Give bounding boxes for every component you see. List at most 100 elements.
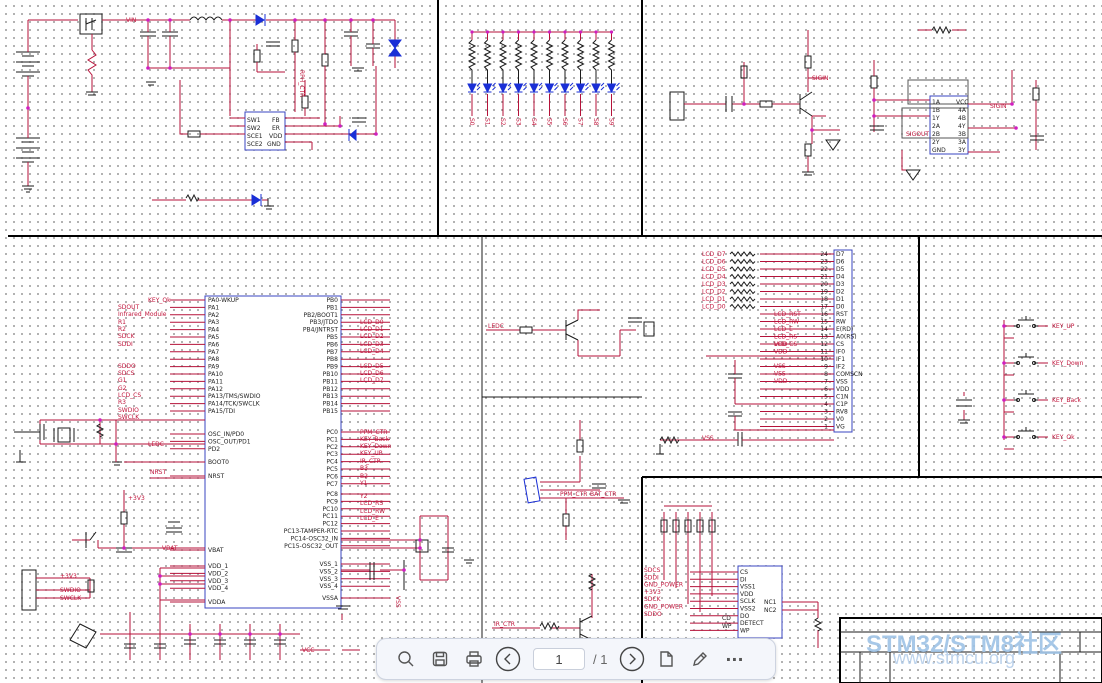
pdf-toolbar: / 1 ··· (376, 638, 776, 680)
mcu-left-pin-name: PA15/TDI (208, 408, 235, 415)
save-button[interactable] (425, 644, 455, 674)
svg-text:2B: 2B (932, 131, 940, 138)
lcd-net-label: LCD_D1 (702, 296, 726, 303)
mcu-right-pin-name: PC8 (326, 491, 338, 498)
mcu-right-pin-name: VSS_2 (319, 568, 338, 575)
mcu-right-net-label: LCD_E (360, 515, 379, 522)
mcu-right-pin-name: PB5 (326, 334, 338, 341)
mcu-left-pin-name: VDDA (208, 599, 226, 606)
mcu-right-pin-name: PB4/JNTRST (303, 327, 338, 334)
sd-pin-name-right: NC2 (764, 607, 777, 614)
sd-net-label: +3V3 (644, 589, 661, 596)
svg-text:CD: CD (722, 615, 731, 622)
svg-text:VIN: VIN (126, 17, 136, 24)
lcd-pin-name: V0 (836, 416, 844, 423)
svg-text:3B: 3B (958, 131, 966, 138)
lcd-net-label: LCD_E (774, 326, 793, 333)
mcu-right-pin-name: PC14-OSC32_IN (291, 535, 338, 542)
mcu-left-pin-name: VDD_3 (208, 578, 228, 585)
mcu-left-pin-name: PA13/TMS/SWDIO (208, 393, 261, 400)
svg-text:VCC: VCC (302, 647, 314, 654)
sd-pin-name: VSS1 (740, 584, 756, 591)
led-resistor (560, 39, 570, 84)
led-net-label: S6 (561, 118, 568, 126)
lcd-pin-name: D0 (836, 304, 845, 311)
led-net-label: S5 (546, 118, 553, 126)
mcu-right-pin-name: PB8 (326, 356, 338, 363)
lcd-pin-name: C1N (836, 394, 849, 401)
mcu-right-net-label: LCD_RS (360, 500, 383, 507)
mcu-right-net-label: LCD_D0 (360, 319, 384, 326)
mcu-right-pin-name: PC2 (326, 444, 338, 451)
led-resistor (498, 39, 508, 84)
led-resistor (514, 39, 523, 84)
pen-icon (693, 652, 708, 666)
lcd-pin-name: D2 (836, 289, 845, 296)
mcu-net-label: SDDI (118, 341, 133, 348)
svg-text:2Y: 2Y (932, 139, 940, 146)
lcd-net-label: LCD_D4 (702, 274, 726, 281)
svg-text:SW2: SW2 (247, 125, 261, 132)
lcd-pin-name: C1P (836, 401, 848, 408)
lcd-pin-number: 9 (824, 364, 828, 371)
print-button[interactable] (459, 644, 489, 674)
sd-pin-name: VSS2 (740, 606, 756, 613)
svg-text:FB: FB (272, 117, 280, 124)
sd-pin-name: DO (740, 613, 750, 620)
lcd-pin-number: 3 (824, 409, 828, 416)
mcu-left-pin-name: PA1 (208, 304, 219, 311)
search-button[interactable] (391, 644, 421, 674)
led-resistor (529, 39, 539, 84)
lcd-pin-name: IF0 (836, 349, 845, 356)
svg-text:1B: 1B (932, 107, 940, 114)
lcd-pin-name: D1 (836, 296, 845, 303)
more-button[interactable]: ··· (719, 644, 749, 674)
svg-text:BAT_CTR: BAT_CTR (590, 491, 616, 498)
level-shifter-section: SIGIN 1A1B1Y 2A2B2Y GND VCC4A4B 4Y3B3A 3… (669, 25, 1044, 181)
led-diode (544, 83, 555, 94)
mcu-right-pin-name: PC10 (323, 506, 339, 513)
mcu-left-pin-name: PD2 (208, 446, 220, 453)
sd-pin-name: CS (740, 569, 748, 576)
mcu-left-pin-name: VBAT (208, 547, 224, 554)
page-view-button[interactable] (651, 644, 681, 674)
lcd-pin-number: 18 (820, 296, 828, 303)
mcu-right-net-label: B2 (360, 473, 368, 480)
mcu-net-label: SWDIO (118, 407, 139, 414)
mcu-left-pin-name: PA2 (208, 312, 219, 319)
svg-text:SIGIN: SIGIN (812, 75, 829, 82)
mcu-right-net-label: LCD_D7 (360, 377, 384, 384)
lcd-net-label: LCD_D7 (702, 251, 726, 258)
lcd-pin-name: D4 (836, 274, 845, 281)
svg-text:1A: 1A (932, 99, 941, 106)
next-page-button[interactable] (617, 644, 647, 674)
led-diode (498, 83, 508, 94)
prev-page-button[interactable] (493, 644, 523, 674)
mcu-right-pin-name: PC12 (323, 521, 339, 528)
lcd-pin-number: 7 (824, 379, 828, 386)
led-diode (591, 83, 601, 94)
mcu-right-pin-name: PB0 (326, 297, 338, 304)
sd-net-label: GND_POWER (644, 604, 683, 611)
mcu-right-net-label: LCD_D6 (360, 370, 384, 377)
power-supply-section: VIN RPH_CTR SW1SW2 SCE1SCE2 FBER VDDGND (16, 13, 402, 210)
svg-text:SCE2: SCE2 (247, 141, 263, 148)
mcu-left-pin-name: PA7 (208, 349, 219, 356)
mcu-net-label: G1 (118, 377, 127, 384)
mcu-right-pin-name: PB15 (323, 408, 339, 415)
led-resistor (467, 39, 477, 84)
mcu-left-pin-name: PA4 (208, 327, 219, 334)
mcu-right-pin-name: PB7 (326, 349, 338, 356)
svg-text:3A: 3A (958, 139, 967, 146)
annotate-button[interactable] (685, 644, 715, 674)
led-diode (560, 83, 570, 94)
led-net-label: S9 (608, 118, 615, 126)
led-diode (575, 83, 586, 94)
sd-card-section: CSDIVSS1VDDSCLKVSS2DODETECTWPNC1NC2SDCSS… (644, 505, 823, 648)
mcu-right-pin-name: PC6 (326, 473, 338, 480)
sd-net-label: SDDI (644, 574, 659, 581)
mcu-right-net-label: PPM_CTR (360, 429, 387, 436)
print-icon (466, 651, 482, 667)
mcu-left-pin-name: PA8 (208, 356, 219, 363)
page-number-input[interactable] (533, 648, 585, 670)
